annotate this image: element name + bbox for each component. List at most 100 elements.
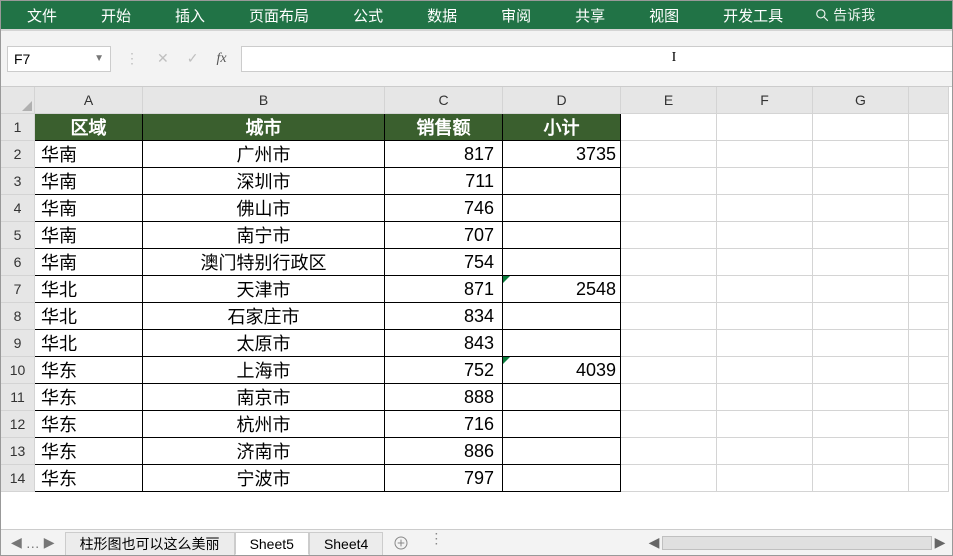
cell-E12[interactable]: [621, 411, 717, 438]
row-header-6[interactable]: 6: [1, 249, 35, 276]
cell-F3[interactable]: [717, 168, 813, 195]
tab-prev-icon[interactable]: …: [26, 535, 40, 551]
scroll-left-icon[interactable]: ◀: [646, 534, 662, 551]
cell-G12[interactable]: [813, 411, 909, 438]
cell-G5[interactable]: [813, 222, 909, 249]
cell-C8[interactable]: 834: [385, 303, 503, 330]
scrollbar-track[interactable]: [662, 536, 932, 550]
col-header-D[interactable]: D: [503, 87, 621, 114]
cell-E2[interactable]: [621, 141, 717, 168]
cell-A3[interactable]: 华南: [35, 168, 143, 195]
ribbon-tab-7[interactable]: 共享: [553, 1, 627, 29]
cell-C1[interactable]: 销售额: [385, 114, 503, 141]
cell-H5[interactable]: [909, 222, 949, 249]
ribbon-tab-8[interactable]: 视图: [627, 1, 701, 29]
col-header-C[interactable]: C: [385, 87, 503, 114]
cell-E6[interactable]: [621, 249, 717, 276]
cell-A1[interactable]: 区域: [35, 114, 143, 141]
cell-C6[interactable]: 754: [385, 249, 503, 276]
cell-G13[interactable]: [813, 438, 909, 465]
cell-B1[interactable]: 城市: [143, 114, 385, 141]
row-header-4[interactable]: 4: [1, 195, 35, 222]
row-header-12[interactable]: 12: [1, 411, 35, 438]
ribbon-tab-2[interactable]: 插入: [153, 1, 227, 29]
cell-G1[interactable]: [813, 114, 909, 141]
cell-F11[interactable]: [717, 384, 813, 411]
cell-B3[interactable]: 深圳市: [143, 168, 385, 195]
cell-C11[interactable]: 888: [385, 384, 503, 411]
cell-H14[interactable]: [909, 465, 949, 492]
select-all-corner[interactable]: [1, 87, 35, 114]
cell-C9[interactable]: 843: [385, 330, 503, 357]
cell-G6[interactable]: [813, 249, 909, 276]
cell-C12[interactable]: 716: [385, 411, 503, 438]
cell-A12[interactable]: 华东: [35, 411, 143, 438]
cell-A4[interactable]: 华南: [35, 195, 143, 222]
cell-H13[interactable]: [909, 438, 949, 465]
row-header-9[interactable]: 9: [1, 330, 35, 357]
cell-B13[interactable]: 济南市: [143, 438, 385, 465]
cell-F2[interactable]: [717, 141, 813, 168]
cell-D1[interactable]: 小计: [503, 114, 621, 141]
sheet-tab-1[interactable]: Sheet5: [235, 532, 309, 555]
cell-F8[interactable]: [717, 303, 813, 330]
cell-F14[interactable]: [717, 465, 813, 492]
add-sheet-button[interactable]: [383, 530, 419, 555]
row-header-1[interactable]: 1: [1, 114, 35, 141]
ribbon-tab-4[interactable]: 公式: [331, 1, 405, 29]
ribbon-tab-0[interactable]: 文件: [5, 1, 79, 29]
name-box[interactable]: F7 ▼: [7, 46, 111, 72]
sheet-tab-0[interactable]: 柱形图也可以这么美丽: [65, 532, 235, 555]
tab-first-icon[interactable]: ◀: [11, 534, 22, 551]
cell-H6[interactable]: [909, 249, 949, 276]
cell-A6[interactable]: 华南: [35, 249, 143, 276]
cell-F12[interactable]: [717, 411, 813, 438]
cell-F9[interactable]: [717, 330, 813, 357]
tab-menu-icon[interactable]: ⋮: [419, 530, 453, 555]
cell-A14[interactable]: 华东: [35, 465, 143, 492]
cell-E9[interactable]: [621, 330, 717, 357]
cell-D14[interactable]: [503, 465, 621, 492]
cell-H8[interactable]: [909, 303, 949, 330]
row-header-7[interactable]: 7: [1, 276, 35, 303]
cell-C2[interactable]: 817: [385, 141, 503, 168]
cell-A10[interactable]: 华东: [35, 357, 143, 384]
cell-C5[interactable]: 707: [385, 222, 503, 249]
accept-formula-icon[interactable]: ✓: [187, 50, 199, 67]
cell-E1[interactable]: [621, 114, 717, 141]
cell-B8[interactable]: 石家庄市: [143, 303, 385, 330]
cell-C10[interactable]: 752: [385, 357, 503, 384]
cell-D3[interactable]: [503, 168, 621, 195]
cell-H10[interactable]: [909, 357, 949, 384]
cell-C3[interactable]: 711: [385, 168, 503, 195]
col-header-G[interactable]: G: [813, 87, 909, 114]
col-header-blank[interactable]: [909, 87, 949, 114]
cell-G9[interactable]: [813, 330, 909, 357]
ribbon-tab-9[interactable]: 开发工具: [701, 1, 805, 29]
row-header-2[interactable]: 2: [1, 141, 35, 168]
cell-F7[interactable]: [717, 276, 813, 303]
dots-icon[interactable]: ⋮: [125, 50, 139, 67]
cell-H4[interactable]: [909, 195, 949, 222]
cell-E5[interactable]: [621, 222, 717, 249]
cell-B4[interactable]: 佛山市: [143, 195, 385, 222]
cell-H11[interactable]: [909, 384, 949, 411]
cell-B12[interactable]: 杭州市: [143, 411, 385, 438]
cell-D10[interactable]: 4039: [503, 357, 621, 384]
cell-B10[interactable]: 上海市: [143, 357, 385, 384]
cell-H2[interactable]: [909, 141, 949, 168]
cell-G7[interactable]: [813, 276, 909, 303]
cell-H12[interactable]: [909, 411, 949, 438]
cell-G14[interactable]: [813, 465, 909, 492]
cell-D11[interactable]: [503, 384, 621, 411]
cell-C14[interactable]: 797: [385, 465, 503, 492]
cell-D2[interactable]: 3735: [503, 141, 621, 168]
cell-G8[interactable]: [813, 303, 909, 330]
cell-E11[interactable]: [621, 384, 717, 411]
row-header-10[interactable]: 10: [1, 357, 35, 384]
cell-F5[interactable]: [717, 222, 813, 249]
cell-F1[interactable]: [717, 114, 813, 141]
cell-F6[interactable]: [717, 249, 813, 276]
cell-B14[interactable]: 宁波市: [143, 465, 385, 492]
cell-A11[interactable]: 华东: [35, 384, 143, 411]
